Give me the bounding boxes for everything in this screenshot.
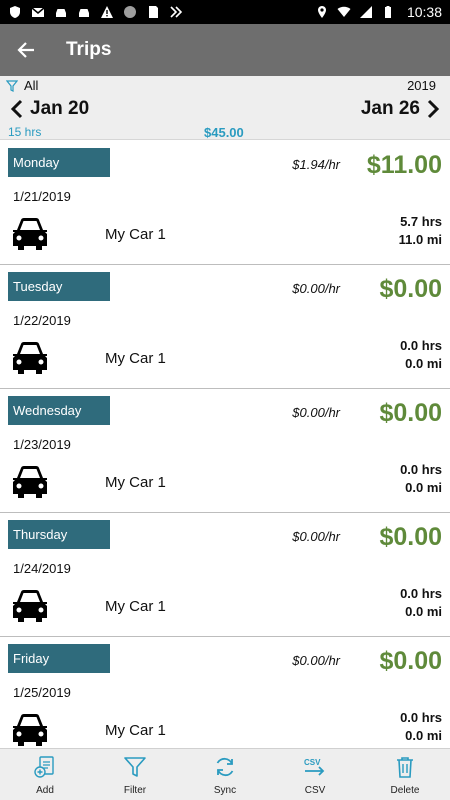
week-total-amount: $45.00: [204, 125, 244, 140]
day-card-wednesday[interactable]: Wednesday $0.00/hr $0.00 1/23/2019 My Ca…: [0, 389, 450, 513]
week-end-date: Jan 26: [360, 98, 420, 119]
trip-miles: 0.0 mi: [405, 728, 442, 743]
day-label: Monday: [8, 148, 110, 177]
add-button[interactable]: Add: [0, 749, 90, 800]
trip-date: 1/24/2019: [13, 561, 71, 576]
trip-miles: 11.0 mi: [398, 232, 442, 247]
location-icon: [317, 6, 326, 18]
clock: 10:38: [406, 4, 442, 20]
signal-icon: [359, 6, 372, 18]
day-list: Monday $1.94/hr $11.00 1/21/2019 My Car …: [0, 141, 450, 748]
car-icon: [13, 714, 47, 746]
sd-card-icon: [149, 6, 158, 18]
csv-label: CSV: [304, 785, 326, 796]
chevron-right-icon: [427, 99, 440, 119]
car-icon: [79, 9, 89, 17]
car-icon: [13, 342, 47, 374]
shield-icon: [10, 6, 20, 18]
chevron-left-icon: [10, 99, 23, 119]
hourly-rate: $0.00/hr: [292, 405, 340, 420]
day-earnings: $0.00: [379, 399, 442, 427]
trip-hours: 0.0 hrs: [400, 586, 442, 601]
add-label: Add: [36, 785, 54, 796]
trip-date: 1/23/2019: [13, 437, 71, 452]
trash-icon: [391, 753, 419, 781]
sync-button[interactable]: Sync: [180, 749, 270, 800]
day-label: Wednesday: [8, 396, 110, 425]
day-card-monday[interactable]: Monday $1.94/hr $11.00 1/21/2019 My Car …: [0, 141, 450, 265]
trip-date: 1/22/2019: [13, 313, 71, 328]
gmail-icon: [31, 7, 45, 17]
circle-icon: [124, 6, 136, 18]
day-label: Tuesday: [8, 272, 110, 301]
hourly-rate: $0.00/hr: [292, 653, 340, 668]
system-icons: 10:38: [315, 4, 442, 20]
vehicle-name: My Car 1: [105, 598, 166, 615]
page-title: Trips: [66, 39, 112, 60]
csv-export-icon: CSV: [301, 753, 329, 781]
csv-export-button[interactable]: CSV CSV: [270, 749, 360, 800]
arrow-left-icon: [17, 42, 34, 58]
trip-date: 1/25/2019: [13, 685, 71, 700]
week-total-hours: 15 hrs: [8, 125, 42, 139]
filter-label: Filter: [123, 785, 147, 796]
trip-hours: 5.7 hrs: [400, 214, 442, 229]
back-button[interactable]: [0, 24, 52, 76]
trip-miles: 0.0 mi: [405, 604, 442, 619]
filter-indicator[interactable]: All: [6, 78, 38, 93]
day-label: Friday: [8, 644, 110, 673]
sync-icon: [170, 6, 183, 18]
filter-button[interactable]: Filter: [90, 749, 180, 800]
vehicle-name: My Car 1: [105, 722, 166, 739]
vehicle-name: My Car 1: [105, 350, 166, 367]
day-earnings: $0.00: [379, 647, 442, 675]
sync-label: Sync: [213, 785, 237, 796]
filter-icon: [6, 79, 18, 92]
csv-icon-text: CSV: [304, 758, 321, 767]
previous-week-button[interactable]: Jan 20: [10, 98, 89, 120]
year-label: 2019: [407, 78, 436, 93]
week-navigation: Jan 20 Jan 26: [0, 96, 450, 124]
hourly-rate: $0.00/hr: [292, 281, 340, 296]
bottom-action-bar: Add Filter Sync CSV CSV Delete: [0, 748, 450, 800]
vehicle-name: My Car 1: [105, 226, 166, 243]
hourly-rate: $0.00/hr: [292, 529, 340, 544]
hourly-rate: $1.94/hr: [292, 157, 340, 172]
day-earnings: $0.00: [379, 523, 442, 551]
day-card-thursday[interactable]: Thursday $0.00/hr $0.00 1/24/2019 My Car…: [0, 513, 450, 637]
day-earnings: $0.00: [379, 275, 442, 303]
trip-hours: 0.0 hrs: [400, 338, 442, 353]
next-week-button[interactable]: Jan 26: [361, 98, 440, 120]
delete-button[interactable]: Delete: [360, 749, 450, 800]
sync-icon: [211, 753, 239, 781]
day-card-friday[interactable]: Friday $0.00/hr $0.00 1/25/2019 My Car 1…: [0, 637, 450, 748]
car-icon: [13, 218, 47, 250]
wifi-icon: [337, 6, 351, 17]
car-icon: [13, 590, 47, 622]
battery-icon: [384, 6, 391, 18]
week-start-date: Jan 20: [30, 98, 90, 119]
filter-icon: [121, 753, 149, 781]
trip-hours: 0.0 hrs: [400, 710, 442, 725]
status-bar: 10:38: [0, 0, 450, 24]
car-icon: [56, 9, 66, 17]
vehicle-name: My Car 1: [105, 474, 166, 491]
delete-label: Delete: [390, 785, 420, 796]
day-earnings: $11.00: [366, 151, 442, 179]
car-icon: [13, 466, 47, 498]
week-header: All 2019 Jan 20 Jan 26 15 hrs $45.00: [0, 76, 450, 140]
filter-label: All: [24, 78, 39, 93]
trip-miles: 0.0 mi: [405, 480, 442, 495]
notification-icons: [8, 5, 183, 19]
trip-miles: 0.0 mi: [405, 356, 442, 371]
app-bar: Trips: [0, 24, 450, 76]
add-document-icon: [31, 753, 59, 781]
day-label: Thursday: [8, 520, 110, 549]
trip-date: 1/21/2019: [13, 189, 71, 204]
day-card-tuesday[interactable]: Tuesday $0.00/hr $0.00 1/22/2019 My Car …: [0, 265, 450, 389]
trip-hours: 0.0 hrs: [400, 462, 442, 477]
alert-icon: [101, 6, 113, 18]
